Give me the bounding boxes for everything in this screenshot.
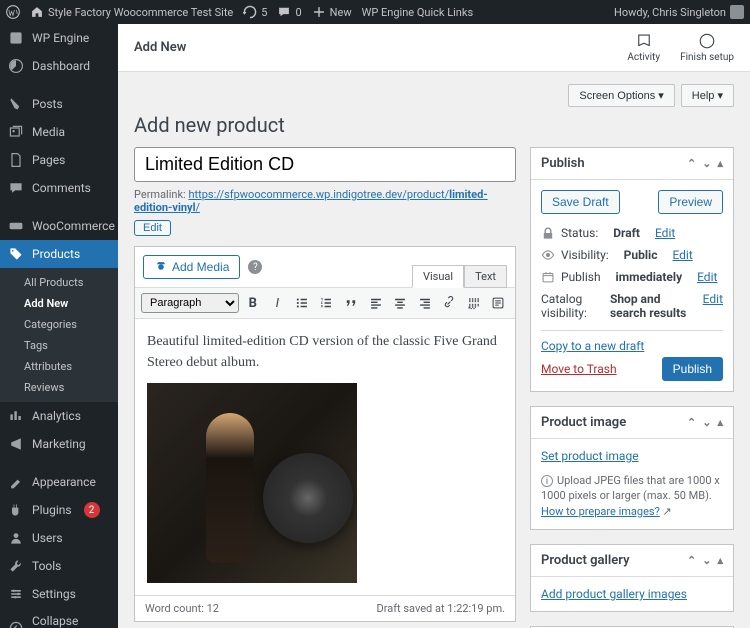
menu-users[interactable]: Users bbox=[0, 524, 118, 552]
add-media-button[interactable]: Add Media bbox=[143, 255, 240, 279]
preview-button[interactable]: Preview bbox=[658, 190, 723, 214]
aligncenter-button[interactable] bbox=[389, 292, 411, 314]
alignleft-button[interactable] bbox=[365, 292, 387, 314]
format-select[interactable]: Paragraph bbox=[141, 293, 239, 313]
product-gallery-box: Product gallery⌃⌄▴ Add product gallery i… bbox=[530, 544, 734, 612]
copy-draft-link[interactable]: Copy to a new draft bbox=[541, 339, 644, 353]
chevron-up-icon[interactable]: ⌃ bbox=[687, 157, 696, 170]
permalink-row: Permalink: https://sfpwoocommerce.wp.ind… bbox=[134, 188, 516, 214]
caret-up-icon[interactable]: ▴ bbox=[717, 157, 723, 170]
menu-media[interactable]: Media bbox=[0, 118, 118, 146]
product-image-preview[interactable] bbox=[147, 383, 357, 583]
submenu-tags[interactable]: Tags bbox=[0, 335, 118, 356]
new-content[interactable]: New bbox=[312, 5, 352, 19]
comments-count[interactable]: 0 bbox=[277, 5, 301, 19]
admin-sidebar: WP Engine Dashboard Posts Media Pages Co… bbox=[0, 24, 118, 628]
menu-settings[interactable]: Settings bbox=[0, 580, 118, 608]
submenu-attributes[interactable]: Attributes bbox=[0, 356, 118, 377]
wp-logo-icon[interactable] bbox=[6, 5, 20, 19]
submenu-all-products[interactable]: All Products bbox=[0, 272, 118, 293]
alignright-button[interactable] bbox=[414, 292, 436, 314]
activity-link[interactable]: Activity bbox=[627, 32, 660, 63]
tab-visual[interactable]: Visual bbox=[412, 265, 464, 288]
edit-visibility-link[interactable]: Edit bbox=[672, 248, 692, 262]
plugins-badge: 2 bbox=[84, 502, 100, 518]
admin-bar: Style Factory Woocommerce Test Site 5 0 … bbox=[0, 0, 750, 24]
word-count: Word count: 12 bbox=[145, 602, 219, 615]
finish-setup-link[interactable]: Finish setup bbox=[680, 32, 734, 63]
edit-catalog-link[interactable]: Edit bbox=[703, 292, 723, 306]
add-gallery-link[interactable]: Add product gallery images bbox=[541, 587, 687, 601]
menu-comments[interactable]: Comments bbox=[0, 174, 118, 202]
menu-dashboard[interactable]: Dashboard bbox=[0, 52, 118, 80]
permalink-edit-button[interactable]: Edit bbox=[134, 220, 171, 236]
menu-plugins[interactable]: Plugins2 bbox=[0, 496, 118, 524]
site-name[interactable]: Style Factory Woocommerce Test Site bbox=[30, 5, 233, 19]
content-editor[interactable]: Beautiful limited-edition CD version of … bbox=[135, 319, 515, 595]
products-submenu: All Products Add New Categories Tags Att… bbox=[0, 268, 118, 402]
publish-box: Publish⌃⌄▴ Save Draft Preview Status: Dr… bbox=[530, 147, 734, 392]
menu-marketing[interactable]: Marketing bbox=[0, 430, 118, 458]
page-title: Add new product bbox=[134, 113, 734, 137]
menu-tools[interactable]: Tools bbox=[0, 552, 118, 580]
permalink-link[interactable]: https://sfpwoocommerce.wp.indigotree.dev… bbox=[134, 188, 488, 214]
publish-button[interactable]: Publish bbox=[662, 357, 723, 381]
main-content: Add New Activity Finish setup Screen Opt… bbox=[118, 24, 750, 628]
user-greeting[interactable]: Howdy, Chris Singleton bbox=[614, 5, 744, 19]
prepare-images-link[interactable]: How to prepare images? bbox=[541, 505, 660, 518]
submenu-add-new[interactable]: Add New bbox=[0, 293, 118, 314]
menu-products[interactable]: Products bbox=[0, 240, 118, 268]
numlist-button[interactable] bbox=[316, 292, 338, 314]
product-title-input[interactable] bbox=[134, 147, 516, 182]
link-button[interactable] bbox=[438, 292, 460, 314]
updates[interactable]: 5 bbox=[243, 5, 267, 19]
menu-wpengine[interactable]: WP Engine bbox=[0, 24, 118, 52]
set-product-image-link[interactable]: Set product image bbox=[541, 449, 639, 463]
submenu-reviews[interactable]: Reviews bbox=[0, 377, 118, 398]
edit-publish-link[interactable]: Edit bbox=[697, 270, 717, 284]
avatar bbox=[730, 5, 744, 19]
menu-collapse[interactable]: Collapse menu bbox=[0, 608, 118, 628]
info-icon: i bbox=[541, 475, 553, 487]
tab-text[interactable]: Text bbox=[464, 265, 507, 288]
menu-posts[interactable]: Posts bbox=[0, 90, 118, 118]
product-image-box: Product image⌃⌄▴ Set product image iUplo… bbox=[530, 406, 734, 530]
draft-status: Draft saved at 1:22:19 pm. bbox=[377, 602, 505, 615]
menu-woocommerce[interactable]: WooCommerce bbox=[0, 212, 118, 240]
menu-pages[interactable]: Pages bbox=[0, 146, 118, 174]
trash-link[interactable]: Move to Trash bbox=[541, 362, 617, 376]
menu-appearance[interactable]: Appearance bbox=[0, 468, 118, 496]
help-icon[interactable]: ? bbox=[248, 260, 262, 274]
menu-analytics[interactable]: Analytics bbox=[0, 402, 118, 430]
help-button[interactable]: Help ▾ bbox=[681, 84, 734, 107]
bullist-button[interactable] bbox=[291, 292, 313, 314]
page-topbar: Add New Activity Finish setup bbox=[118, 24, 750, 72]
editor-toolbar: Paragraph B I bbox=[135, 288, 515, 319]
bold-button[interactable]: B bbox=[242, 292, 264, 314]
save-draft-button[interactable]: Save Draft bbox=[541, 190, 620, 214]
edit-status-link[interactable]: Edit bbox=[655, 226, 675, 240]
chevron-down-icon[interactable]: ⌄ bbox=[702, 157, 711, 170]
topbar-title: Add New bbox=[134, 40, 186, 55]
wpengine-quicklinks[interactable]: WP Engine Quick Links bbox=[362, 6, 474, 19]
toolbar-toggle-button[interactable] bbox=[487, 292, 509, 314]
submenu-categories[interactable]: Categories bbox=[0, 314, 118, 335]
more-button[interactable] bbox=[463, 292, 485, 314]
screen-options-button[interactable]: Screen Options ▾ bbox=[568, 84, 674, 107]
quote-button[interactable] bbox=[340, 292, 362, 314]
italic-button[interactable]: I bbox=[267, 292, 289, 314]
